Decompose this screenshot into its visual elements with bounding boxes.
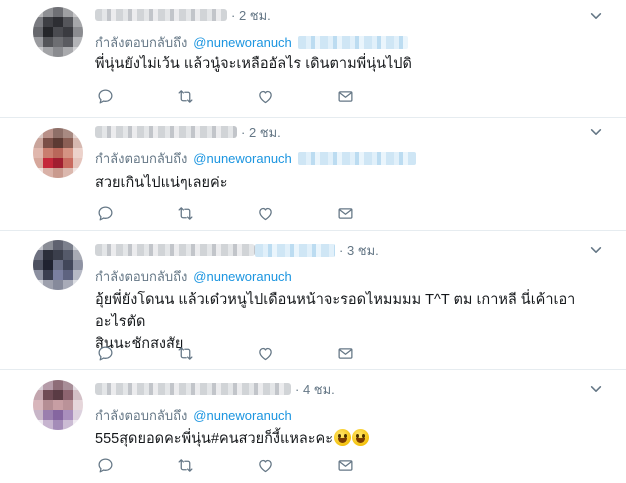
replying-to: กำลังตอบกลับถึง @nuneworanuch [95, 32, 606, 52]
message-button[interactable] [337, 88, 417, 105]
display-name-redacted[interactable] [95, 9, 227, 21]
avatar[interactable] [33, 240, 83, 290]
handle-redacted[interactable] [255, 243, 335, 257]
tweet-text-content: 555สุดยอดคะพี่นุ่น#คนสวยก็งี้แหละคะ [95, 431, 334, 447]
reply-prefix: กำลังตอบกลับถึง [95, 150, 188, 166]
tweet-actions [97, 456, 417, 474]
timestamp[interactable]: · 3 ชม. [339, 240, 379, 261]
reply-icon [98, 345, 113, 361]
retweet-button[interactable] [177, 205, 257, 222]
mention-link[interactable]: @nuneworanuch [193, 269, 291, 284]
reply-icon [98, 205, 113, 221]
mention-link[interactable]: @nuneworanuch [193, 35, 291, 50]
message-button[interactable] [337, 457, 417, 474]
chevron-down-icon[interactable] [588, 381, 604, 397]
tweet-text: 555สุดยอดคะพี่นุ่น#คนสวยก็งี้แหละคะ [95, 428, 606, 450]
retweet-button[interactable] [177, 457, 257, 474]
message-icon [338, 459, 353, 471]
message-icon [338, 207, 353, 219]
like-icon [259, 90, 272, 103]
retweet-button[interactable] [177, 345, 257, 362]
like-button[interactable] [257, 457, 337, 474]
mention-redacted[interactable] [297, 151, 416, 165]
avatar[interactable] [33, 380, 83, 430]
tweet[interactable]: · 2 ชม. กำลังตอบกลับถึง @nuneworanuch สว… [0, 118, 626, 231]
retweet-icon [178, 206, 193, 220]
reply-prefix: กำลังตอบกลับถึง [95, 34, 188, 50]
display-name-redacted[interactable] [95, 126, 237, 138]
reply-icon [98, 457, 113, 473]
tweet-header: · 4 ชม. [95, 379, 606, 399]
retweet-button[interactable] [177, 88, 257, 105]
tweet[interactable]: · 4 ชม. กำลังตอบกลับถึง @nuneworanuch 55… [0, 370, 626, 483]
tweet-text: สวยเกินไปแน่ๆเลยค่ะ [95, 175, 228, 191]
like-icon [259, 459, 272, 472]
avatar[interactable] [33, 7, 83, 57]
tweet-actions [97, 204, 417, 222]
reply-button[interactable] [97, 205, 177, 222]
grinning-face-emoji-icon [352, 429, 370, 446]
tweet[interactable]: · 2 ชม. กำลังตอบกลับถึง @nuneworanuch พี… [0, 0, 626, 118]
like-button[interactable] [257, 205, 337, 222]
tweet-actions [97, 87, 417, 105]
message-icon [338, 90, 353, 102]
display-name-redacted[interactable] [95, 383, 291, 395]
retweet-icon [178, 89, 193, 103]
timestamp[interactable]: · 4 ชม. [295, 379, 335, 400]
replying-to: กำลังตอบกลับถึง @nuneworanuch [95, 148, 606, 168]
reply-feed: · 2 ชม. กำลังตอบกลับถึง @nuneworanuch พี… [0, 0, 626, 483]
reply-prefix: กำลังตอบกลับถึง [95, 407, 188, 423]
display-name-redacted[interactable] [95, 244, 255, 256]
message-button[interactable] [337, 345, 417, 362]
grinning-face-emoji-icon [334, 429, 352, 446]
timestamp[interactable]: · 2 ชม. [231, 5, 271, 26]
timestamp[interactable]: · 2 ชม. [241, 122, 281, 143]
retweet-icon [178, 346, 193, 360]
like-icon [259, 347, 272, 360]
like-button[interactable] [257, 88, 337, 105]
tweet-header: · 2 ชม. [95, 5, 606, 25]
tweet-header: · 2 ชม. [95, 122, 606, 142]
message-icon [338, 347, 353, 359]
tweet-actions [97, 344, 417, 362]
chevron-down-icon[interactable] [588, 8, 604, 24]
reply-button[interactable] [97, 88, 177, 105]
like-icon [259, 207, 272, 220]
like-button[interactable] [257, 345, 337, 362]
reply-icon [98, 88, 113, 104]
replying-to: กำลังตอบกลับถึง @nuneworanuch [95, 266, 606, 286]
avatar[interactable] [33, 128, 83, 178]
mention-redacted[interactable] [297, 35, 408, 49]
tweet-header: · 3 ชม. [95, 240, 606, 260]
reply-button[interactable] [97, 345, 177, 362]
retweet-icon [178, 458, 193, 472]
tweet-text-line: อุ้ยพี่ยังโดนน แล้วเด๋วหนูไปเดือนหน้าจะร… [95, 292, 576, 330]
tweet-text: พี่นุ่นยังไม่เว้น แล้วนู๋จะเหลืออัลไร เด… [95, 56, 412, 72]
mention-link[interactable]: @nuneworanuch [193, 151, 291, 166]
reply-prefix: กำลังตอบกลับถึง [95, 268, 188, 284]
chevron-down-icon[interactable] [588, 242, 604, 258]
reply-button[interactable] [97, 457, 177, 474]
mention-link[interactable]: @nuneworanuch [193, 408, 291, 423]
chevron-down-icon[interactable] [588, 124, 604, 140]
tweet[interactable]: · 3 ชม. กำลังตอบกลับถึง @nuneworanuch อุ… [0, 231, 626, 370]
replying-to: กำลังตอบกลับถึง @nuneworanuch [95, 405, 606, 425]
message-button[interactable] [337, 205, 417, 222]
